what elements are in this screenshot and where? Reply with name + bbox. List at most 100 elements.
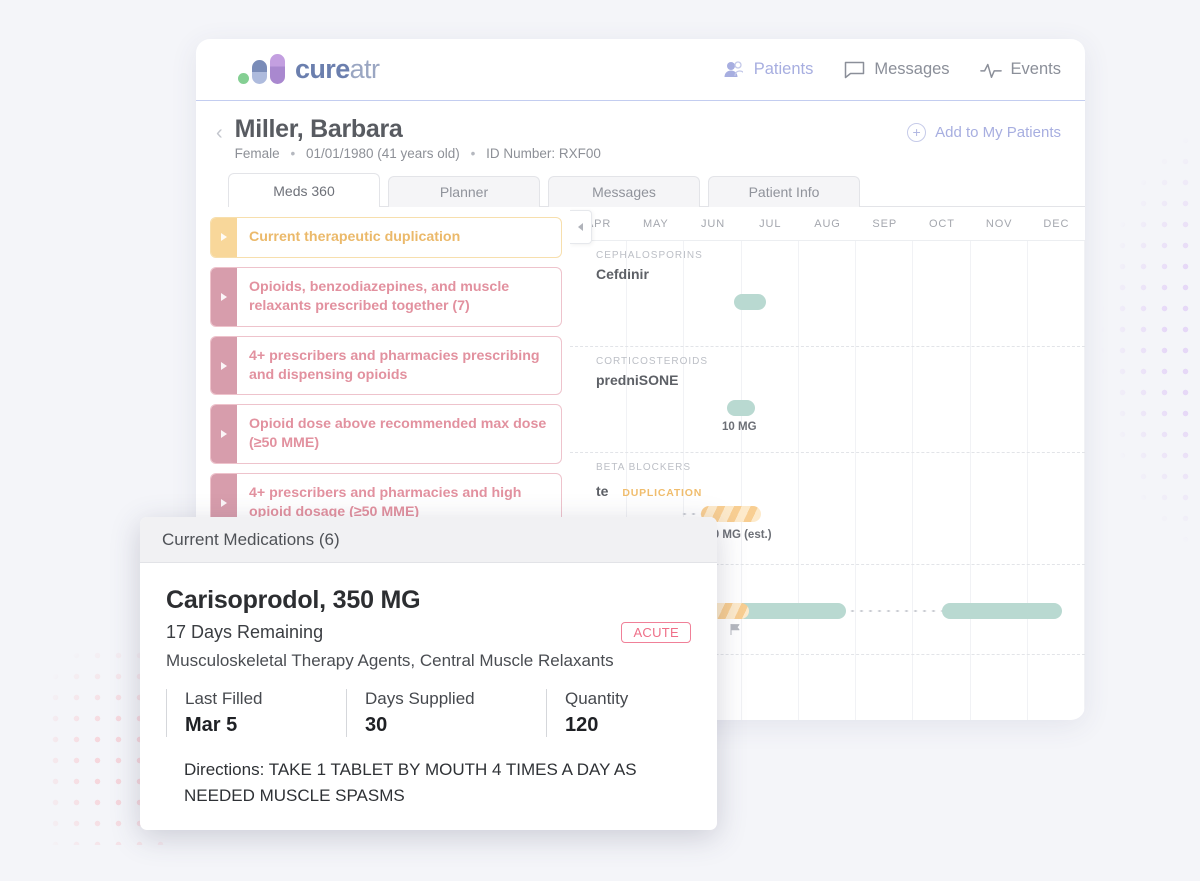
alert-card-opioid-max-dose[interactable]: Opioid dose above recommended max dose (… (210, 404, 562, 465)
month-may: MAY (642, 217, 669, 230)
logo-green-dot (238, 72, 249, 84)
alert-text: Opioid dose above recommended max dose (… (249, 416, 547, 452)
arrow-left-icon (578, 223, 583, 231)
triangle-right-icon (221, 430, 227, 439)
med-name: Cefdinir (596, 266, 649, 282)
med-class-label: CEPHALOSPORINS (596, 250, 703, 261)
triangle-right-icon (221, 499, 227, 507)
stat-days-supplied: Days Supplied 30 (346, 689, 546, 737)
alert-card-opioid-benzo-relaxant[interactable]: Opioids, benzodiazepines, and muscle rel… (210, 266, 562, 327)
stat-value: 120 (565, 714, 599, 736)
logo-word-cure: cure (295, 54, 350, 84)
triangle-right-icon (221, 361, 227, 370)
add-to-my-patients-label: Add to My Patients (935, 124, 1061, 141)
alert-expand-handle[interactable] (211, 267, 237, 326)
alert-expand-handle[interactable] (211, 336, 237, 395)
patient-dob: 01/01/1980 (41 years old) (305, 146, 460, 161)
meta-separator-1: • (290, 146, 296, 161)
alert-card-prescribers-pharmacies-opioids[interactable]: 4+ prescribers and pharmacies prescribin… (210, 335, 562, 396)
patient-meta: Female • 01/01/1980 (41 years old) • ID … (235, 146, 601, 161)
popup-body: Carisoprodol, 350 MG 17 Days Remaining A… (140, 563, 717, 810)
alert-expand-handle[interactable] (211, 218, 237, 257)
patient-sex: Female (234, 146, 280, 161)
cureatr-logo[interactable]: cureatr (238, 53, 380, 85)
med-name-text: te (596, 483, 609, 499)
med-name: predniSONE (596, 372, 679, 388)
med-duration-bar-segment-2[interactable] (942, 603, 1062, 619)
speech-bubble-icon (843, 60, 865, 80)
med-class-label: CORTICOSTEROIDS (596, 356, 709, 367)
medication-stats: Last Filled Mar 5 Days Supplied 30 Quant… (166, 689, 691, 737)
stat-last-filled: Last Filled Mar 5 (166, 689, 346, 737)
status-badge: ACUTE (621, 622, 691, 643)
med-class-label: BETA BLOCKERS (596, 462, 692, 473)
patient-id: ID Number: RXF00 (486, 146, 601, 161)
patient-identity-block: Miller, Barbara Female • 01/01/1980 (41 … (235, 115, 601, 161)
med-name: te DUPLICATION (570, 483, 1085, 499)
tab-planner[interactable]: Planner (388, 176, 540, 207)
nav-item-messages[interactable]: Messages (843, 60, 950, 80)
month-nov: NOV (985, 217, 1013, 230)
days-remaining: 17 Days Remaining (166, 622, 324, 642)
month-aug: AUG (814, 217, 841, 230)
alert-text: 4+ prescribers and pharmacies prescribin… (249, 347, 540, 383)
med-bar-lane (570, 294, 1085, 311)
tab-strip: Meds 360 Planner Messages Patient Info (228, 173, 1085, 207)
month-jul: JUL (759, 217, 782, 230)
med-gap-connector (680, 512, 702, 516)
med-dose-label: 10 MG (722, 421, 757, 433)
add-to-my-patients-button[interactable]: + Add to My Patients (907, 123, 1061, 142)
med-gap-connector (848, 609, 943, 613)
logo-purple-pill (270, 53, 285, 84)
nav-label-patients: Patients (753, 60, 814, 78)
stat-label: Days Supplied (365, 689, 475, 708)
stat-label: Last Filled (185, 689, 263, 708)
month-oct: OCT (928, 217, 955, 230)
alert-expand-handle[interactable] (211, 405, 237, 464)
medication-title: Carisoprodol, 350 MG (166, 586, 421, 614)
month-sep: SEP (872, 217, 898, 230)
nav-label-messages: Messages (874, 60, 950, 78)
meta-separator-2: • (470, 146, 476, 161)
nav-item-events[interactable]: Events (979, 60, 1061, 80)
cureatr-pill-logo-icon (238, 53, 285, 84)
pulse-wave-icon (979, 60, 1002, 80)
alert-text: Opioids, benzodiazepines, and muscle rel… (249, 278, 510, 314)
triangle-right-icon (221, 233, 227, 242)
timeline-scroll-left-button[interactable] (570, 210, 592, 244)
popup-header: Current Medications (6) (140, 517, 717, 563)
logo-wordmark: cureatr (295, 54, 380, 85)
alert-text: Current therapeutic duplication (249, 229, 461, 245)
med-group-corticosteroids: CORTICOSTEROIDS predniSONE 10 MG (570, 347, 1085, 453)
med-bar-lane: 10 MG (570, 400, 1085, 433)
logo-word-atr: atr (349, 54, 380, 84)
medication-subtitle-row: 17 Days Remaining ACUTE (166, 622, 691, 643)
tab-meds-360[interactable]: Meds 360 (228, 173, 380, 207)
nav-label-events: Events (1010, 60, 1061, 78)
med-duration-bar[interactable] (734, 294, 766, 310)
med-group-cephalosporins: CEPHALOSPORINS Cefdinir (570, 241, 1085, 347)
duplication-tag: DUPLICATION (622, 487, 703, 499)
decorative-dot-pattern-right (1070, 130, 1200, 550)
person-icon (723, 60, 745, 80)
month-dec: DEC (1043, 217, 1070, 230)
med-duration-bar[interactable] (727, 400, 755, 416)
logo-blue-pill (252, 59, 267, 84)
medication-directions: Directions: TAKE 1 TABLET BY MOUTH 4 TIM… (184, 760, 637, 806)
chevron-left-icon[interactable]: ‹ (216, 123, 223, 143)
stat-value: 30 (365, 714, 388, 736)
top-navigation: Patients Messages Events (723, 60, 1061, 80)
top-bar: cureatr Patients Messages Events (196, 39, 1085, 101)
page-title: Miller, Barbara (234, 115, 403, 143)
month-jun: JUN (701, 217, 726, 230)
tab-patient-info[interactable]: Patient Info (708, 176, 860, 207)
stat-value: Mar 5 (185, 714, 238, 736)
flag-icon[interactable] (729, 623, 742, 639)
triangle-right-icon (221, 292, 227, 301)
timeline-month-header: APR MAY JUN JUL AUG SEP OCT NOV DEC (570, 207, 1085, 244)
tab-messages[interactable]: Messages (548, 176, 700, 207)
alert-card-therapeutic-duplication[interactable]: Current therapeutic duplication (210, 217, 562, 258)
nav-item-patients[interactable]: Patients (723, 60, 814, 80)
current-medications-popup: Current Medications (6) Carisoprodol, 35… (140, 517, 717, 830)
medication-drug-class: Musculoskeletal Therapy Agents, Central … (166, 651, 614, 670)
